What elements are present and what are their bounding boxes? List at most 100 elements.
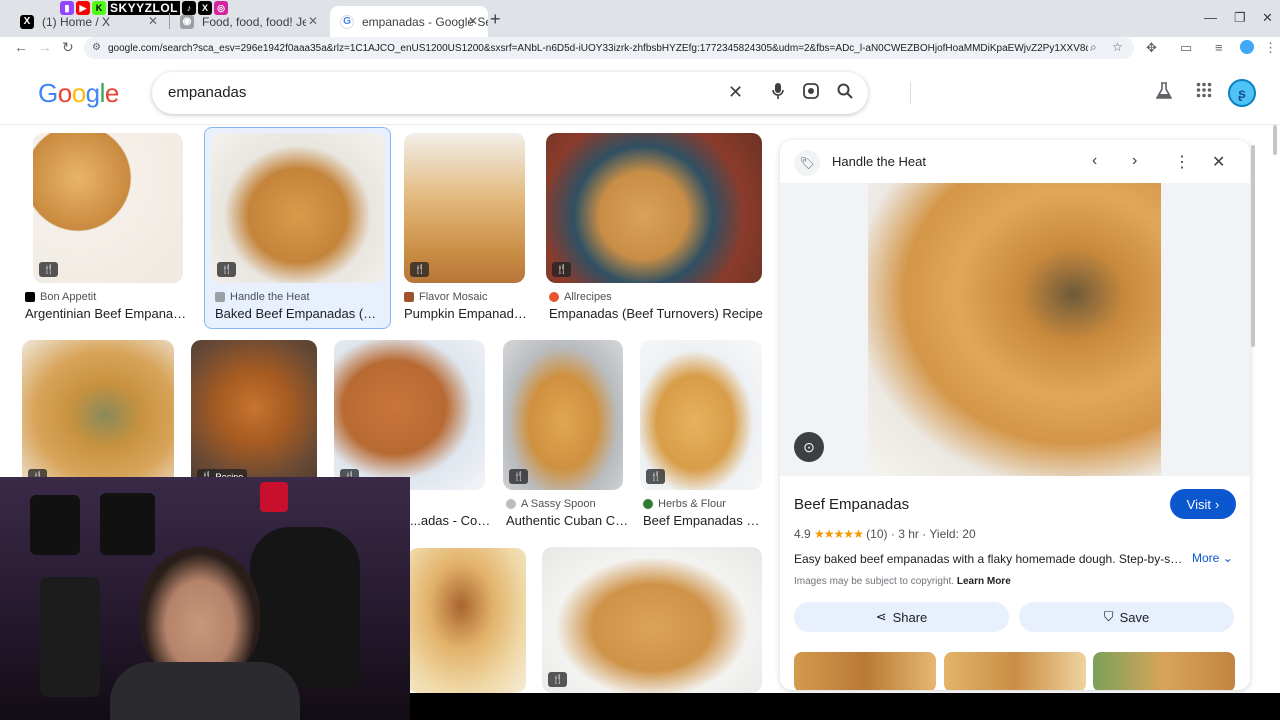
media-icon[interactable]: ≡ <box>1215 40 1223 55</box>
apps-icon[interactable] <box>1196 82 1212 103</box>
result-title[interactable]: Beef Empanadas - ... <box>643 513 763 528</box>
result-title[interactable]: Authentic Cuban Ch... <box>506 513 631 528</box>
zoom-icon[interactable]: ⌕ <box>1090 40 1097 55</box>
panel-title: Beef Empanadas <box>794 496 910 513</box>
preview-image[interactable] <box>868 183 1161 476</box>
related-thumbnail[interactable] <box>1093 652 1235 690</box>
a-sassy-spoon-icon <box>506 499 516 509</box>
account-avatar[interactable]: ʂ <box>1228 79 1256 107</box>
result-title[interactable]: Argentinian Beef Empanadas ... <box>25 306 193 321</box>
tab-jeopardy[interactable]: ◉ Food, food, food! Jeopardy Ter… ✕ <box>170 6 328 37</box>
copyright-note: Images may be subject to copyright. Lear… <box>794 576 1011 587</box>
handle-the-heat-icon <box>215 292 225 302</box>
more-button[interactable]: More ⌄ <box>1192 551 1233 565</box>
restore-icon[interactable]: ❐ <box>1234 10 1246 26</box>
result-image[interactable]: 🍴 Recipe <box>191 340 317 490</box>
result-title[interactable]: Empanadas (Beef Turnovers) Recipe <box>549 306 764 321</box>
labs-icon[interactable] <box>1155 82 1173 105</box>
result-title[interactable]: Pumpkin Empanadas... <box>404 306 529 321</box>
related-thumbnail[interactable] <box>944 652 1086 690</box>
close-window-icon[interactable]: ✕ <box>1262 10 1273 26</box>
search-icon[interactable] <box>836 82 854 105</box>
search-input[interactable]: empanadas <box>168 84 246 101</box>
close-icon[interactable]: ✕ <box>468 14 478 28</box>
preview-image-area <box>780 183 1250 476</box>
result-image[interactable]: 🍴 <box>334 340 485 490</box>
profile-icon[interactable] <box>1240 40 1254 54</box>
page-icon: ◉ <box>180 14 194 29</box>
source-name: A Sassy Spoon <box>521 498 596 510</box>
minimize-icon[interactable]: — <box>1204 10 1217 25</box>
chevron-right-icon: › <box>1214 496 1220 512</box>
recipe-icon: 🍴 <box>39 262 59 277</box>
logo-letter: G <box>38 78 58 108</box>
result-image[interactable]: 🍴 <box>546 133 762 283</box>
panel-scrollbar[interactable] <box>1251 145 1255 347</box>
page-scrollbar[interactable] <box>1273 125 1277 155</box>
result-title[interactable]: Baked Beef Empanadas (Eas... <box>215 306 380 321</box>
cast-icon[interactable]: ▭ <box>1180 40 1192 56</box>
menu-icon[interactable]: ⋮ <box>1264 40 1277 56</box>
save-label: Save <box>1119 609 1150 625</box>
result-source[interactable]: A Sassy Spoon <box>506 498 596 510</box>
bookmark-star-icon[interactable]: ☆ <box>1112 40 1123 54</box>
lens-icon[interactable] <box>802 82 820 105</box>
related-thumbnail[interactable] <box>794 652 936 690</box>
share-button[interactable]: ⋖ Share <box>794 602 1009 632</box>
recipe-yield: Yield: 20 <box>929 527 976 541</box>
visit-button[interactable]: Visit › <box>1170 489 1236 519</box>
webcam-overlay <box>0 477 410 720</box>
close-icon[interactable]: ✕ <box>1212 152 1225 172</box>
back-icon[interactable]: ← <box>14 39 28 55</box>
more-options-icon[interactable]: ⋮ <box>1174 152 1190 172</box>
result-title[interactable]: ...adas - Coo... <box>410 513 492 528</box>
jersey-right <box>100 493 155 555</box>
result-image[interactable] <box>408 548 526 693</box>
logo-letter: e <box>104 78 119 108</box>
result-image[interactable]: 🍴 <box>404 133 525 283</box>
recipe-icon: 🍴 <box>217 262 237 277</box>
google-logo[interactable]: Google <box>38 78 119 109</box>
save-button[interactable]: ⛉ Save <box>1019 602 1234 632</box>
result-source[interactable]: Handle the Heat <box>215 291 310 303</box>
clear-icon[interactable]: ✕ <box>728 82 743 103</box>
result-image[interactable]: 🍴 <box>542 547 762 693</box>
streamer-face <box>140 547 260 677</box>
result-image[interactable]: 🍴 <box>503 340 623 490</box>
site-info-icon[interactable]: ⚙ <box>92 42 101 53</box>
result-source[interactable]: Bon Appetit <box>25 291 96 303</box>
visual-search-icon[interactable]: ⊙ <box>794 432 824 462</box>
herbs-and-flour-icon <box>643 499 653 509</box>
source-name: Handle the Heat <box>230 291 310 303</box>
forward-icon[interactable]: → <box>38 39 52 55</box>
mic-icon[interactable] <box>770 82 786 105</box>
learn-more-link[interactable]: Learn More <box>957 576 1011 587</box>
result-image[interactable]: 🍴 <box>640 340 762 490</box>
panel-source-name[interactable]: Handle the Heat <box>832 154 926 169</box>
bookmark-icon: ⛉ <box>1103 609 1114 624</box>
result-image[interactable]: 🍴 <box>22 340 174 490</box>
new-tab-button[interactable]: + <box>490 9 501 30</box>
tab-google-search[interactable]: G empanadas - Google Search ✕ <box>330 6 488 37</box>
result-source[interactable]: Herbs & Flour <box>643 498 726 510</box>
previous-icon[interactable]: ‹ <box>1092 152 1097 170</box>
tab-label: (1) Home / X <box>42 14 111 29</box>
next-icon[interactable]: › <box>1132 152 1137 170</box>
flavor-mosaic-icon <box>404 292 414 302</box>
recipe-meta: 4.9 ★★★★★ (10) · 3 hr · Yield: 20 <box>794 527 976 541</box>
tab-label: Food, food, food! Jeopardy Ter… <box>202 14 306 29</box>
url-text: google.com/search?sca_esv=296e1942f0aaa3… <box>108 42 1088 54</box>
tab-bar: ▮ ▶ K SKYYZLOL ♪ X ◎ X (1) Home / X ✕ ◉ … <box>0 0 1280 37</box>
logo-letter: o <box>57 78 72 108</box>
close-icon[interactable]: ✕ <box>148 14 158 28</box>
reload-icon[interactable]: ↻ <box>62 39 74 56</box>
tab-x-home[interactable]: X (1) Home / X ✕ <box>10 6 168 37</box>
search-box[interactable]: empanadas ✕ <box>152 72 911 114</box>
close-icon[interactable]: ✕ <box>308 14 318 28</box>
result-source[interactable]: Allrecipes <box>549 291 612 303</box>
extensions-icon[interactable]: ✥ <box>1146 40 1157 56</box>
result-image[interactable]: 🍴 <box>211 133 384 283</box>
address-bar[interactable]: ⚙ google.com/search?sca_esv=296e1942f0aa… <box>84 37 1134 59</box>
result-image[interactable]: 🍴 <box>33 133 183 283</box>
result-source[interactable]: Flavor Mosaic <box>404 291 487 303</box>
